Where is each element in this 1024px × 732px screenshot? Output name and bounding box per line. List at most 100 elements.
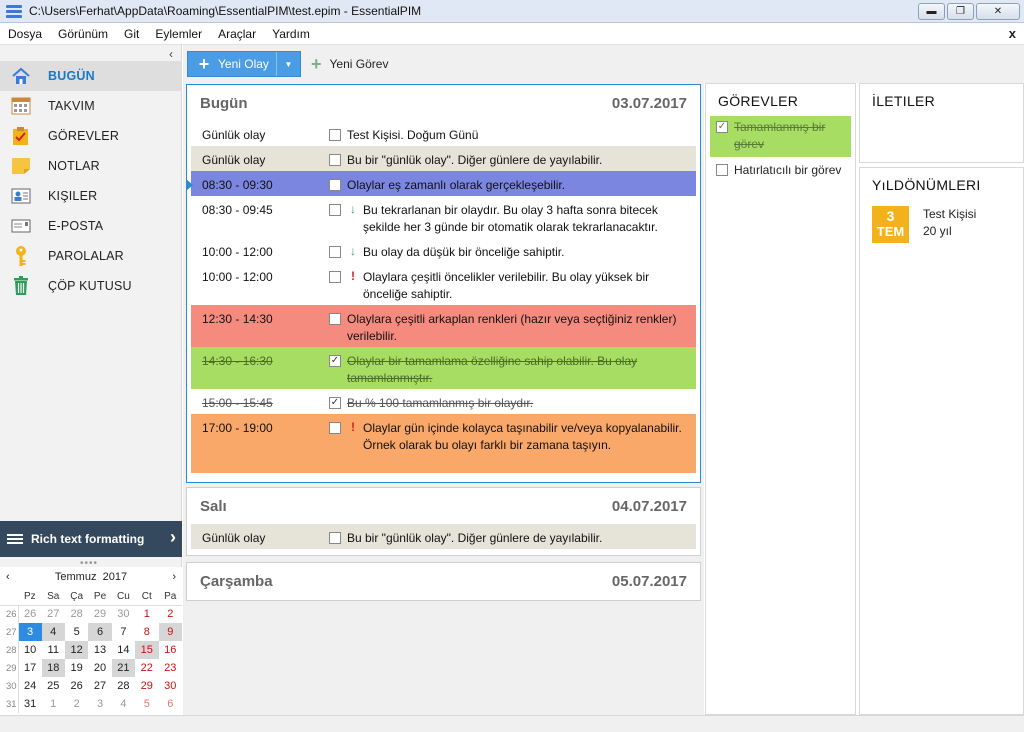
menu-file[interactable]: Dosya xyxy=(0,27,50,41)
calendar-day[interactable]: 17 xyxy=(18,659,41,677)
sidebar: ‹ BUGÜN TAKVIM GÖREVLER NOTLAR KIŞILER E… xyxy=(0,45,182,732)
anniversary-item[interactable]: 3 TEM Test Kişisi 20 yıl xyxy=(872,206,1023,243)
menu-go[interactable]: Git xyxy=(116,27,147,41)
rich-text-formatting-bar[interactable]: Rich text formatting › xyxy=(0,521,182,557)
calendar-day[interactable]: 16 xyxy=(159,641,183,659)
event-row[interactable]: Günlük olay Bu bir "günlük olay". Diğer … xyxy=(191,524,696,549)
event-row[interactable]: Günlük olay Test Kişisi. Doğum Günü xyxy=(191,121,696,146)
task-checkbox[interactable] xyxy=(716,164,728,176)
event-checkbox[interactable] xyxy=(329,532,341,544)
nav-tasks[interactable]: GÖREVLER xyxy=(0,121,182,151)
calendar-day[interactable]: 9 xyxy=(158,623,182,641)
calendar-day[interactable]: 22 xyxy=(135,659,158,677)
event-checkbox[interactable] xyxy=(329,313,341,325)
task-item[interactable]: Hatırlatıcılı bir görev xyxy=(710,159,851,183)
event-row-completed[interactable]: 14:30 - 16:30 ✓ Olaylar bir tamamlama öz… xyxy=(191,347,696,389)
nav-contacts[interactable]: KIŞILER xyxy=(0,181,182,211)
calendar-day[interactable]: 11 xyxy=(42,641,65,659)
calendar-day[interactable]: 20 xyxy=(88,659,111,677)
event-checkbox[interactable] xyxy=(329,179,341,191)
menu-actions[interactable]: Eylemler xyxy=(147,27,210,41)
calendar-day[interactable]: 26 xyxy=(18,605,41,623)
calendar-day[interactable]: 3 xyxy=(88,695,111,713)
calendar-day[interactable]: 28 xyxy=(112,677,135,695)
event-row[interactable]: 10:00 - 12:00 ↓ Bu olay da düşük bir önc… xyxy=(191,238,696,263)
calendar-day[interactable]: 29 xyxy=(135,677,158,695)
calendar-day[interactable]: 28 xyxy=(65,605,88,623)
nav-calendar[interactable]: TAKVIM xyxy=(0,91,182,121)
calendar-day[interactable]: 27 xyxy=(88,677,111,695)
calendar-day[interactable]: 5 xyxy=(65,623,88,641)
calendar-day[interactable]: 18 xyxy=(41,659,65,677)
event-row[interactable]: Günlük olay Bu bir "günlük olay". Diğer … xyxy=(191,146,696,171)
calendar-day[interactable]: 1 xyxy=(42,695,65,713)
task-item-completed[interactable]: ✓ Tamamlanmış bir görev xyxy=(710,116,851,157)
event-text: Olaylar eş zamanlı olarak gerçekleşebili… xyxy=(347,178,566,192)
nav-passwords[interactable]: PAROLALAR xyxy=(0,241,182,271)
calendar-day[interactable]: 15 xyxy=(135,641,159,659)
calendar-day[interactable]: 8 xyxy=(135,623,158,641)
event-checkbox-checked[interactable]: ✓ xyxy=(329,397,341,409)
calendar-day[interactable]: 4 xyxy=(41,623,65,641)
hamburger-icon xyxy=(7,532,23,546)
event-checkbox-checked[interactable]: ✓ xyxy=(329,355,341,367)
calendar-day[interactable]: 5 xyxy=(135,695,158,713)
calendar-day[interactable]: 21 xyxy=(111,659,136,677)
menu-tools[interactable]: Araçlar xyxy=(210,27,264,41)
calendar-day[interactable]: 29 xyxy=(88,605,111,623)
event-time: 10:00 - 12:00 xyxy=(202,270,273,284)
calendar-day[interactable]: 27 xyxy=(42,605,65,623)
calendar-day[interactable]: 23 xyxy=(159,659,183,677)
event-row[interactable]: 08:30 - 09:45 ↓ Bu tekrarlanan bir olayd… xyxy=(191,196,696,238)
menu-view[interactable]: Görünüm xyxy=(50,27,116,41)
calendar-day[interactable]: 26 xyxy=(65,677,88,695)
prev-month-button[interactable]: ‹ xyxy=(6,571,10,583)
close-window-button[interactable]: ✕ xyxy=(976,3,1020,20)
event-text: Bu olay da düşük bir önceliğe sahiptir. xyxy=(363,245,565,259)
event-checkbox[interactable] xyxy=(329,271,341,283)
calendar-day[interactable]: 30 xyxy=(159,677,183,695)
event-checkbox[interactable] xyxy=(329,204,341,216)
event-row-selected[interactable]: 08:30 - 09:30 Olaylar eş zamanlı olarak … xyxy=(186,171,696,196)
calendar-day[interactable]: 14 xyxy=(112,641,135,659)
event-row-completed[interactable]: 15:00 - 15:45 ✓ Bu % 100 tamamlanmış bir… xyxy=(191,389,696,414)
calendar-day[interactable]: 25 xyxy=(42,677,65,695)
event-row[interactable]: 10:00 - 12:00 ! Olaylara çeşitli öncelik… xyxy=(191,263,696,305)
maximize-button[interactable]: ❐ xyxy=(947,3,974,20)
nav-today[interactable]: BUGÜN xyxy=(0,61,182,91)
new-event-button[interactable]: + Yeni Olay ▼ xyxy=(187,51,301,77)
calendar-day[interactable]: 6 xyxy=(88,623,112,641)
close-document-button[interactable]: x xyxy=(1009,26,1016,41)
event-row[interactable]: 12:30 - 14:30 Olaylara çeşitli arkaplan … xyxy=(191,305,696,347)
event-checkbox[interactable] xyxy=(329,422,341,434)
menu-help[interactable]: Yardım xyxy=(264,27,318,41)
calendar-day[interactable]: 7 xyxy=(112,623,135,641)
new-task-button[interactable]: + Yeni Görev xyxy=(311,51,388,77)
calendar-day[interactable]: 30 xyxy=(112,605,135,623)
next-month-button[interactable]: › xyxy=(172,571,176,583)
minimize-button[interactable]: ▬ xyxy=(918,3,945,20)
event-checkbox[interactable] xyxy=(329,129,341,141)
calendar-day[interactable]: 12 xyxy=(64,641,89,659)
calendar-day[interactable]: 2 xyxy=(65,695,88,713)
calendar-day[interactable]: 2 xyxy=(159,605,183,623)
calendar-day[interactable]: 13 xyxy=(88,641,111,659)
calendar-day[interactable]: 24 xyxy=(18,677,41,695)
calendar-day[interactable]: 31 xyxy=(18,695,41,713)
weekday-header: Pa xyxy=(158,589,182,606)
calendar-day[interactable]: 6 xyxy=(159,695,183,713)
nav-email[interactable]: E-POSTA xyxy=(0,211,182,241)
task-checkbox-checked[interactable]: ✓ xyxy=(716,121,728,133)
new-event-dropdown-button[interactable]: ▼ xyxy=(276,52,300,76)
calendar-day[interactable]: 1 xyxy=(135,605,158,623)
nav-trash[interactable]: ÇÖP KUTUSU xyxy=(0,271,182,301)
calendar-day[interactable]: 4 xyxy=(112,695,135,713)
calendar-day[interactable]: 10 xyxy=(18,641,41,659)
calendar-day[interactable]: 19 xyxy=(65,659,88,677)
event-checkbox[interactable] xyxy=(329,154,341,166)
nav-notes[interactable]: NOTLAR xyxy=(0,151,182,181)
calendar-day-today[interactable]: 3 xyxy=(18,623,42,641)
collapse-sidebar-button[interactable]: ‹ xyxy=(169,47,173,61)
event-checkbox[interactable] xyxy=(329,246,341,258)
event-row[interactable]: 17:00 - 19:00 ! Olaylar gün içinde kolay… xyxy=(191,414,696,473)
